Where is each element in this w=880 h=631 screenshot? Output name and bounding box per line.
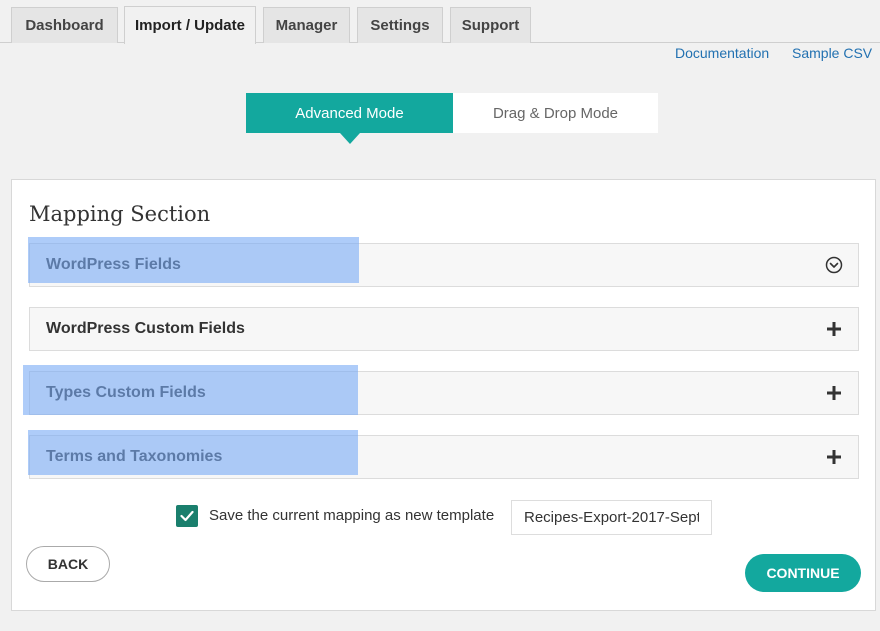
section-label: WordPress Fields [46, 256, 181, 273]
section-label: Terms and Taxonomies [46, 448, 223, 465]
section-terms-and-taxonomies[interactable]: Terms and Taxonomies [29, 435, 859, 479]
save-template-checkbox[interactable] [176, 505, 198, 527]
sample-csv-link[interactable]: Sample CSV [792, 45, 872, 61]
drag-drop-mode-button[interactable]: Drag & Drop Mode [453, 93, 658, 133]
back-button[interactable]: BACK [26, 546, 110, 582]
tab-manager[interactable]: Manager [263, 7, 350, 43]
save-template-label: Save the current mapping as new template [209, 507, 495, 524]
plus-icon[interactable] [826, 318, 842, 340]
chevron-down-circle-icon[interactable] [825, 256, 843, 274]
mapping-panel: Mapping Section WordPress Fields WordPre… [11, 179, 876, 611]
section-types-custom-fields[interactable]: Types Custom Fields [29, 371, 859, 415]
template-name-input[interactable] [511, 500, 712, 535]
continue-button[interactable]: CONTINUE [745, 554, 861, 592]
section-label: WordPress Custom Fields [46, 320, 245, 337]
tab-support[interactable]: Support [450, 7, 531, 43]
advanced-mode-button[interactable]: Advanced Mode [246, 93, 453, 133]
documentation-link[interactable]: Documentation [675, 45, 769, 61]
nav-tabs: Dashboard Import / Update Manager Settin… [0, 0, 880, 44]
selected-mode-pointer [340, 133, 360, 144]
tab-settings[interactable]: Settings [357, 7, 443, 43]
section-wordpress-fields[interactable]: WordPress Fields [29, 243, 859, 287]
plus-icon[interactable] [826, 446, 842, 468]
tab-dashboard[interactable]: Dashboard [11, 7, 118, 43]
tab-import-update[interactable]: Import / Update [124, 6, 256, 44]
section-wordpress-custom-fields[interactable]: WordPress Custom Fields [29, 307, 859, 351]
section-label: Types Custom Fields [46, 384, 206, 401]
panel-title: Mapping Section [29, 202, 211, 226]
checkmark-icon [180, 510, 194, 522]
plus-icon[interactable] [826, 382, 842, 404]
